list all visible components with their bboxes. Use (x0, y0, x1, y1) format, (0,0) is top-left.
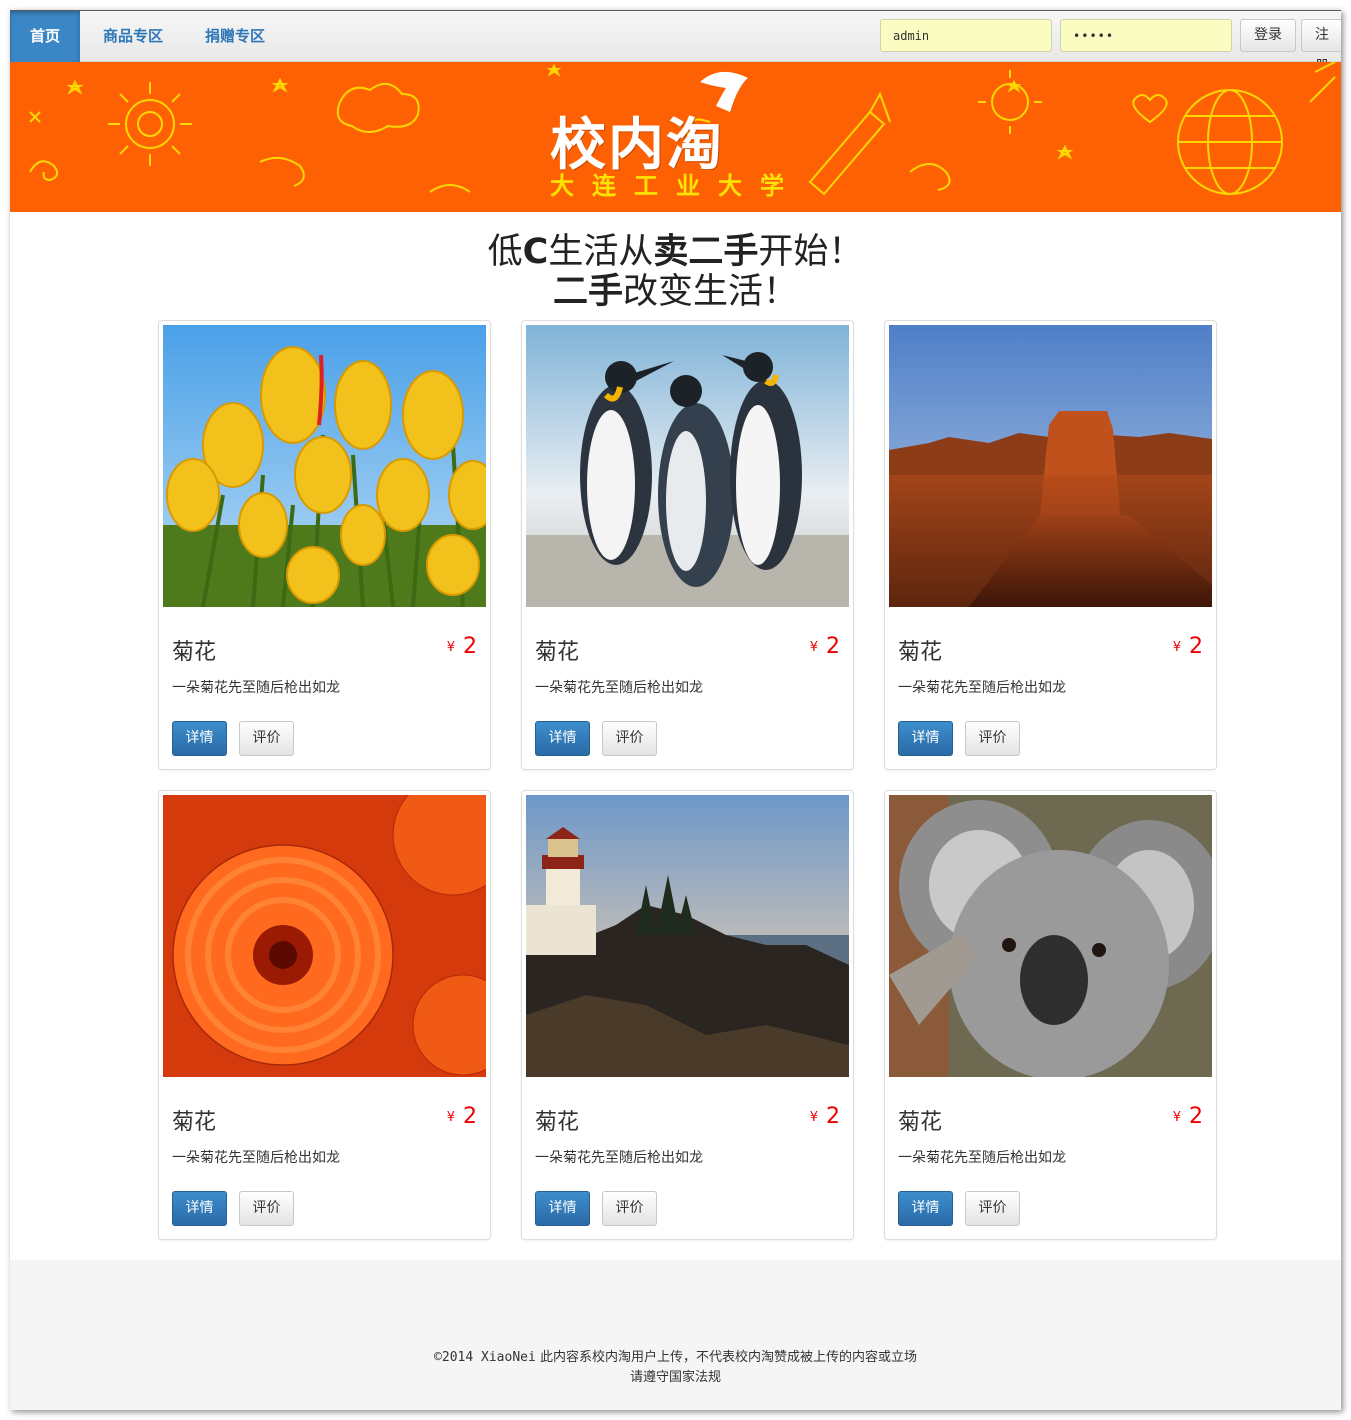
product-title[interactable]: 菊花 (898, 634, 942, 666)
product-description: 一朵菊花先至随后枪出如龙 (898, 680, 1066, 696)
login-button[interactable]: 登录 (1240, 19, 1296, 52)
slogan: 低C生活从卖二手开始！ 二手改变生活！ (10, 232, 1341, 312)
university-name: 大连工业大学 (550, 172, 802, 200)
password-input[interactable] (1060, 19, 1232, 52)
page-footer: ©2014 XiaoNei 此内容系校内淘用户上传，不代表校内淘赞成被上传的内容… (10, 1260, 1341, 1410)
slogan-line-2: 二手改变生活！ (10, 272, 1341, 312)
slogan-text: C (522, 232, 549, 272)
product-image-penguins[interactable] (526, 325, 849, 607)
product-title[interactable]: 菊花 (535, 1104, 579, 1136)
price-value: 2 (826, 634, 840, 659)
product-description: 一朵菊花先至随后枪出如龙 (898, 1150, 1066, 1166)
currency-symbol: ¥ (446, 1109, 455, 1125)
review-button[interactable]: 评价 (965, 1191, 1020, 1226)
slogan-line-1: 低C生活从卖二手开始！ (10, 232, 1341, 272)
product-card: 菊花 ¥2 一朵菊花先至随后枪出如龙 详情 评价 (521, 320, 854, 770)
top-navbar: 首页 商品专区 捐赠专区 登录 注册 (10, 10, 1341, 74)
detail-button[interactable]: 详情 (172, 1191, 227, 1226)
slogan-text: 二手 (552, 272, 623, 312)
product-price: ¥2 (1173, 634, 1203, 659)
detail-button[interactable]: 详情 (535, 721, 590, 756)
price-value: 2 (463, 1104, 477, 1129)
price-value: 2 (463, 634, 477, 659)
nav-item-products[interactable]: 商品专区 (83, 11, 183, 62)
slogan-text: 开始！ (758, 232, 864, 272)
nav-item-home[interactable]: 首页 (10, 11, 81, 62)
currency-symbol: ¥ (809, 1109, 818, 1125)
slogan-text: 改变生活！ (623, 272, 799, 312)
product-image-desert[interactable] (889, 325, 1212, 607)
product-image-chrysanthemum[interactable] (163, 795, 486, 1077)
footer-legal: 请遵守国家法规 (629, 1370, 721, 1385)
product-price: ¥2 (810, 1104, 840, 1129)
currency-symbol: ¥ (809, 639, 818, 655)
product-description: 一朵菊花先至随后枪出如龙 (172, 680, 340, 696)
product-description: 一朵菊花先至随后枪出如龙 (172, 1150, 340, 1166)
copyright-text: ©2014 XiaoNei (434, 1350, 536, 1365)
product-description: 一朵菊花先至随后枪出如龙 (535, 680, 703, 696)
slogan-text: 低 (487, 232, 523, 272)
review-button[interactable]: 评价 (239, 721, 294, 756)
nav-item-donations[interactable]: 捐赠专区 (185, 11, 285, 62)
slogan-text: 生活从 (548, 232, 654, 272)
product-title[interactable]: 菊花 (898, 1104, 942, 1136)
review-button[interactable]: 评价 (602, 1191, 657, 1226)
slogan-text: 卖二手 (653, 232, 759, 272)
product-card: 菊花 ¥2 一朵菊花先至随后枪出如龙 详情 评价 (158, 320, 491, 770)
product-title[interactable]: 菊花 (535, 634, 579, 666)
product-image-lighthouse[interactable] (526, 795, 849, 1077)
product-price: ¥2 (447, 1104, 477, 1129)
product-price: ¥2 (810, 634, 840, 659)
product-title[interactable]: 菊花 (172, 634, 216, 666)
product-image-tulips[interactable] (163, 325, 486, 607)
footer-disclaimer: ©2014 XiaoNei 此内容系校内淘用户上传，不代表校内淘赞成被上传的内容… (10, 1346, 1341, 1365)
product-image-koala[interactable] (889, 795, 1212, 1077)
detail-button[interactable]: 详情 (535, 1191, 590, 1226)
product-card: 菊花 ¥2 一朵菊花先至随后枪出如龙 详情 评价 (521, 790, 854, 1240)
product-title[interactable]: 菊花 (172, 1104, 216, 1136)
detail-button[interactable]: 详情 (898, 1191, 953, 1226)
currency-symbol: ¥ (1172, 639, 1181, 655)
disclaimer-text: 此内容系校内淘用户上传，不代表校内淘赞成被上传的内容或立场 (539, 1350, 917, 1365)
price-value: 2 (1189, 634, 1203, 659)
username-input[interactable] (880, 19, 1052, 52)
review-button[interactable]: 评价 (602, 721, 657, 756)
product-card: 菊花 ¥2 一朵菊花先至随后枪出如龙 详情 评价 (884, 790, 1217, 1240)
detail-button[interactable]: 详情 (172, 721, 227, 756)
currency-symbol: ¥ (446, 639, 455, 655)
currency-symbol: ¥ (1172, 1109, 1181, 1125)
detail-button[interactable]: 详情 (898, 721, 953, 756)
browser-viewport: 首页 商品专区 捐赠专区 登录 注册 (10, 10, 1341, 1410)
price-value: 2 (1189, 1104, 1203, 1129)
product-card: 菊花 ¥2 一朵菊花先至随后枪出如龙 详情 评价 (158, 790, 491, 1240)
review-button[interactable]: 评价 (965, 721, 1020, 756)
product-description: 一朵菊花先至随后枪出如龙 (535, 1150, 703, 1166)
price-value: 2 (826, 1104, 840, 1129)
product-card: 菊花 ¥2 一朵菊花先至随后枪出如龙 详情 评价 (884, 320, 1217, 770)
register-button[interactable]: 注册 (1301, 19, 1341, 74)
review-button[interactable]: 评价 (239, 1191, 294, 1226)
product-price: ¥2 (447, 634, 477, 659)
product-price: ¥2 (1173, 1104, 1203, 1129)
site-banner: 校内淘 大连工业大学 (10, 62, 1341, 212)
